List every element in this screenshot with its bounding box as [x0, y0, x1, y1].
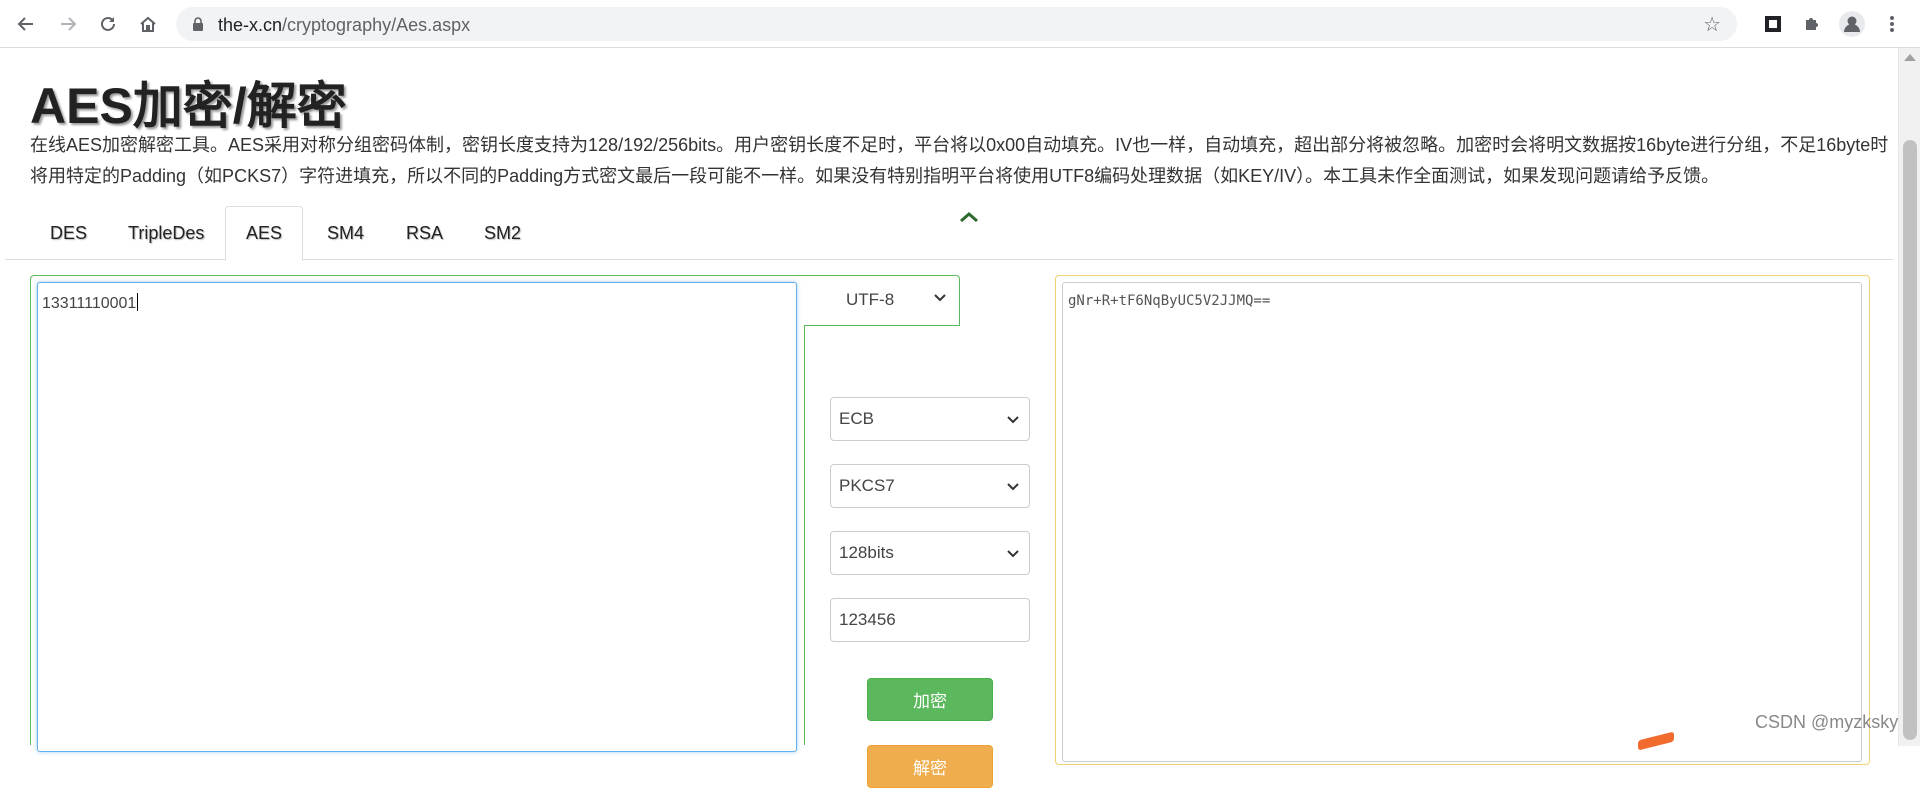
star-icon[interactable]: ☆ [1703, 12, 1721, 37]
chevron-down-icon [1007, 416, 1019, 424]
url-path: /cryptography/Aes.aspx [282, 15, 471, 35]
key-size-value: 128bits [839, 543, 894, 562]
mode-value: ECB [839, 409, 874, 428]
plaintext-input[interactable]: 13311110001 [37, 282, 797, 752]
tab-tripledes[interactable]: TripleDes [108, 206, 224, 260]
puzzle-icon[interactable] [1798, 10, 1826, 38]
tab-sm4[interactable]: SM4 [307, 206, 384, 260]
forward-icon[interactable] [52, 8, 84, 40]
url-domain: the-x.cn [218, 15, 283, 35]
profile-icon[interactable] [1838, 10, 1866, 38]
tab-rsa[interactable]: RSA [386, 206, 463, 260]
back-icon[interactable] [10, 8, 42, 40]
page-title: AES加密/解密 [30, 78, 347, 134]
tab-des[interactable]: DES [30, 206, 107, 260]
watermark: CSDN @myzksky [1755, 712, 1899, 732]
padding-value: PKCS7 [839, 476, 895, 495]
encrypt-button[interactable]: 加密 [867, 678, 993, 721]
encoding-select[interactable]: UTF-8 [806, 275, 960, 324]
scroll-thumb[interactable] [1903, 140, 1917, 740]
ciphertext-panel: gNr+R+tF6NqByUC5V2JJMQ== [1055, 275, 1870, 765]
key-value: 123456 [839, 610, 896, 629]
chevron-down-icon [1007, 483, 1019, 491]
home-icon[interactable] [132, 8, 164, 40]
chevron-up-icon[interactable] [958, 210, 980, 224]
panel-frame-step [804, 325, 960, 326]
page-scrollbar[interactable] [1898, 48, 1920, 746]
chevron-down-icon [934, 294, 946, 302]
chevron-down-icon [1007, 550, 1019, 558]
tab-sm2[interactable]: SM2 [464, 206, 541, 260]
plaintext-value: 13311110001 [42, 295, 137, 312]
reload-icon[interactable] [92, 8, 124, 40]
page-content: AES加密/解密 在线AES加密解密工具。AES采用对称分组密码体制，密钥长度支… [0, 48, 1920, 788]
extension-square-icon[interactable] [1759, 10, 1787, 38]
algorithm-tabs: DES TripleDes AES SM4 RSA SM2 [5, 206, 1893, 261]
padding-select[interactable]: PKCS7 [830, 464, 1030, 508]
ciphertext-output[interactable]: gNr+R+tF6NqByUC5V2JJMQ== [1062, 282, 1862, 762]
key-input[interactable]: 123456 [830, 598, 1030, 642]
plaintext-panel: 13311110001 UTF-8 ECB PKCS7 128bits 1234… [30, 275, 1030, 788]
scroll-up-arrow[interactable] [1904, 54, 1916, 61]
decrypt-button[interactable]: 解密 [867, 745, 993, 788]
encoding-value: UTF-8 [846, 289, 895, 309]
tab-aes[interactable]: AES [225, 206, 304, 261]
text-caret [137, 293, 139, 311]
lock-icon[interactable] [192, 17, 204, 31]
page-description: 在线AES加密解密工具。AES采用对称分组密码体制，密钥长度支持为128/192… [30, 135, 1889, 186]
mode-select[interactable]: ECB [830, 397, 1030, 441]
menu-icon[interactable] [1878, 10, 1906, 38]
address-bar[interactable]: the-x.cn/cryptography/Aes.aspx ☆ [176, 7, 1737, 41]
browser-toolbar: the-x.cn/cryptography/Aes.aspx ☆ [0, 0, 1920, 48]
url-text[interactable]: the-x.cn/cryptography/Aes.aspx [218, 15, 470, 36]
key-size-select[interactable]: 128bits [830, 531, 1030, 575]
panel-frame-right [804, 325, 805, 745]
